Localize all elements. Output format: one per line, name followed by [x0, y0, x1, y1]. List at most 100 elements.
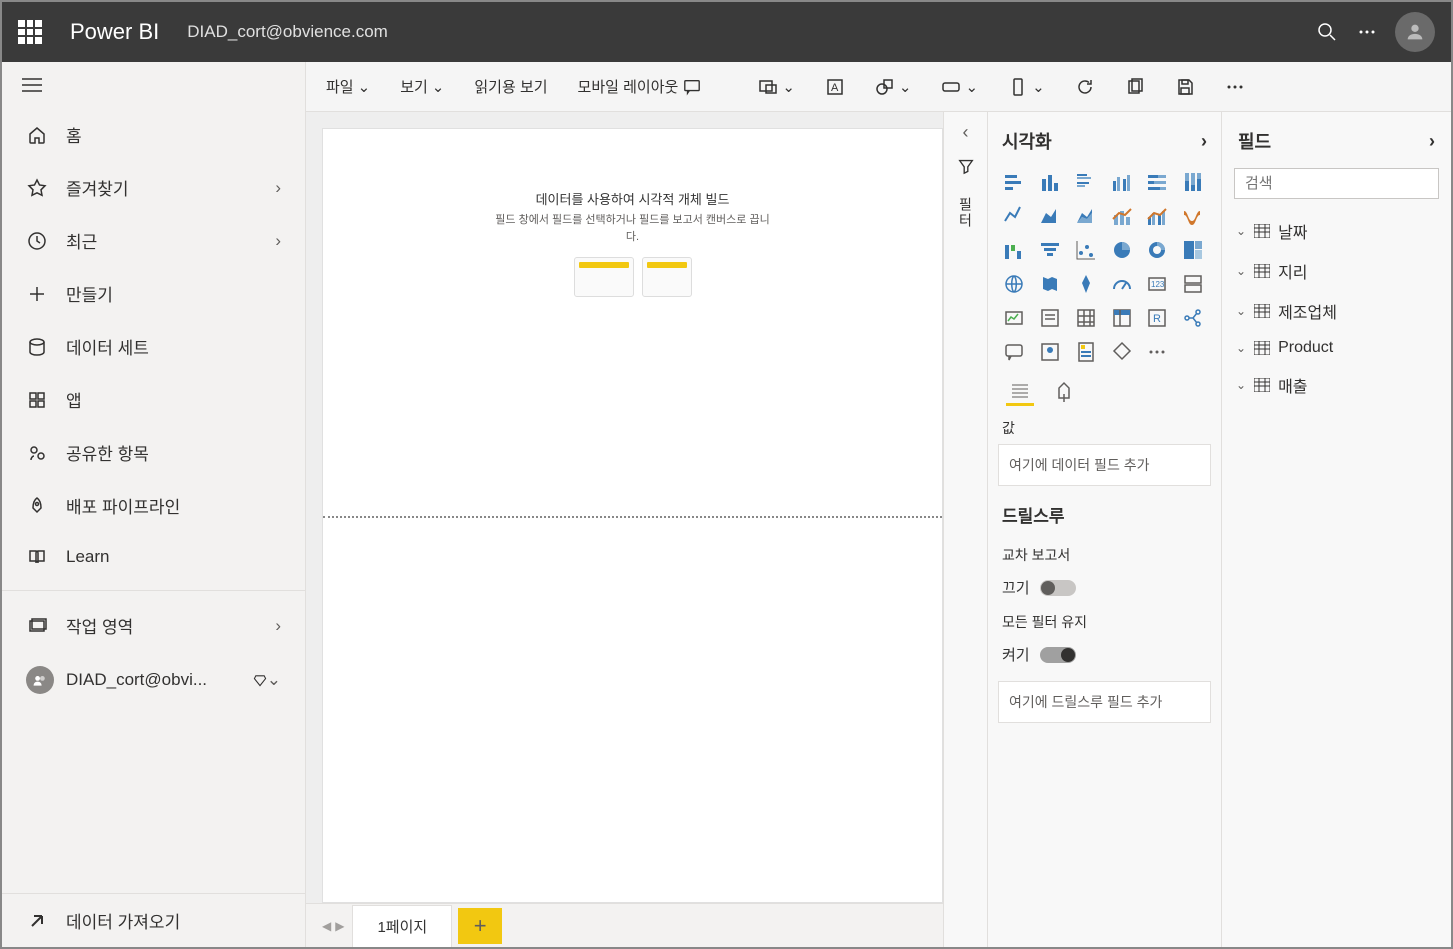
viz-100-stacked-column-icon[interactable] — [1179, 168, 1207, 196]
viz-paginated-icon[interactable] — [1072, 338, 1100, 366]
nav-workspaces[interactable]: 작업 영역 › — [2, 599, 305, 652]
viz-kpi-icon[interactable] — [1000, 304, 1028, 332]
viz-slicer-icon[interactable] — [1036, 304, 1064, 332]
field-table[interactable]: ⌄ 날짜 — [1234, 211, 1439, 251]
nav-recent[interactable]: 최근 › — [2, 214, 305, 267]
viz-qna-icon[interactable] — [1000, 338, 1028, 366]
arrow-export-icon — [26, 910, 48, 932]
nav-home[interactable]: 홈 — [2, 108, 305, 161]
viz-matrix-icon[interactable] — [1108, 304, 1136, 332]
viz-line-column-icon[interactable] — [1108, 202, 1136, 230]
chevron-right-icon[interactable]: › — [1201, 131, 1207, 152]
viz-filled-map-icon[interactable] — [1036, 270, 1064, 298]
toolbar-view-label: 보기 — [400, 76, 428, 97]
shared-icon — [26, 442, 48, 464]
field-table[interactable]: ⌄ 지리 — [1234, 251, 1439, 291]
toolbar-file[interactable]: 파일 ⌄ — [320, 72, 376, 101]
nav-learn[interactable]: Learn — [2, 532, 305, 582]
viz-tab-fields[interactable] — [1006, 378, 1034, 406]
values-drop-zone[interactable]: 여기에 데이터 필드 추가 — [998, 444, 1211, 486]
fields-search-input[interactable] — [1245, 175, 1444, 192]
app-launcher-icon[interactable] — [18, 20, 42, 44]
viz-key-influencer-icon[interactable] — [1036, 338, 1064, 366]
nav-apps[interactable]: 앱 — [2, 373, 305, 426]
report-canvas[interactable]: 데이터를 사용하여 시각적 개체 빌드 필드 창에서 필드를 선택하거나 필드를… — [322, 128, 943, 903]
viz-clustered-column-icon[interactable] — [1108, 168, 1136, 196]
phone-icon — [1008, 77, 1028, 97]
viz-donut-icon[interactable] — [1143, 236, 1171, 264]
chevron-down-icon: ⌄ — [1236, 341, 1246, 355]
viz-map-icon[interactable] — [1000, 270, 1028, 298]
viz-azure-map-icon[interactable] — [1072, 270, 1100, 298]
chevron-down-icon: ⌄ — [899, 78, 912, 96]
viz-table-icon[interactable] — [1072, 304, 1100, 332]
nav-collapse-button[interactable] — [2, 62, 305, 108]
viz-ribbon-icon[interactable] — [1179, 202, 1207, 230]
nav-home-label: 홈 — [66, 122, 281, 147]
chevron-right-icon[interactable]: › — [1429, 131, 1435, 152]
fields-search[interactable] — [1234, 168, 1439, 199]
field-table[interactable]: ⌄ Product — [1234, 331, 1439, 365]
toolbar-more[interactable] — [1219, 73, 1251, 101]
toolbar-duplicate[interactable] — [1119, 73, 1151, 101]
toolbar-save[interactable] — [1169, 73, 1201, 101]
viz-pie-icon[interactable] — [1108, 236, 1136, 264]
table-icon — [1254, 341, 1270, 355]
plus-icon — [26, 283, 48, 305]
nav-create[interactable]: 만들기 — [2, 267, 305, 320]
cross-report-toggle[interactable] — [1040, 580, 1076, 596]
toolbar-mobile-layout[interactable]: 모바일 레이아웃 — [572, 72, 709, 101]
viz-clustered-bar-icon[interactable] — [1072, 168, 1100, 196]
viz-stacked-column-icon[interactable] — [1036, 168, 1064, 196]
toolbar-explore[interactable]: ⌄ — [752, 73, 801, 101]
toolbar-refresh[interactable] — [1069, 73, 1101, 101]
viz-more-icon[interactable] — [1143, 338, 1171, 366]
viz-python-icon[interactable] — [1108, 338, 1136, 366]
user-avatar[interactable] — [1395, 12, 1435, 52]
nav-favorites-label: 즐겨찾기 — [66, 175, 275, 200]
drillthrough-drop-zone[interactable]: 여기에 드릴스루 필드 추가 — [998, 681, 1211, 723]
chevron-left-icon[interactable]: ‹ — [963, 122, 969, 143]
viz-card-icon[interactable]: 123 — [1143, 270, 1171, 298]
nav-apps-label: 앱 — [66, 387, 281, 412]
page-prev-button[interactable]: ◀ — [322, 919, 331, 933]
viz-line-icon[interactable] — [1000, 202, 1028, 230]
toolbar-reading-view[interactable]: 읽기용 보기 — [468, 72, 553, 101]
viz-100-stacked-bar-icon[interactable] — [1143, 168, 1171, 196]
viz-tab-format[interactable] — [1050, 378, 1078, 406]
viz-line-clustered-icon[interactable] — [1143, 202, 1171, 230]
viz-r-icon[interactable]: R — [1143, 304, 1171, 332]
viz-stacked-bar-icon[interactable] — [1000, 168, 1028, 196]
viz-treemap-icon[interactable] — [1179, 236, 1207, 264]
nav-favorites[interactable]: 즐겨찾기 › — [2, 161, 305, 214]
viz-multi-card-icon[interactable] — [1179, 270, 1207, 298]
nav-current-workspace[interactable]: DIAD_cort@obvi... ⌄ — [2, 652, 305, 708]
toolbar-shapes[interactable]: ⌄ — [869, 73, 918, 101]
viz-gauge-icon[interactable] — [1108, 270, 1136, 298]
viz-scatter-icon[interactable] — [1072, 236, 1100, 264]
toolbar-textbox[interactable]: A — [819, 73, 851, 101]
viz-area-icon[interactable] — [1036, 202, 1064, 230]
add-page-button[interactable]: + — [458, 908, 502, 944]
search-icon[interactable] — [1307, 12, 1347, 52]
nav-datasets[interactable]: 데이터 세트 — [2, 320, 305, 373]
filters-pane-collapsed[interactable]: ‹ 필터 — [943, 112, 987, 947]
toolbar-visual[interactable]: ⌄ — [1002, 73, 1051, 101]
page-tab-1[interactable]: 1페이지 — [352, 905, 452, 947]
viz-decomposition-icon[interactable] — [1179, 304, 1207, 332]
more-icon[interactable] — [1347, 12, 1387, 52]
page-next-button[interactable]: ▶ — [335, 919, 344, 933]
keep-filters-toggle[interactable] — [1040, 647, 1076, 663]
toolbar-buttons[interactable]: ⌄ — [935, 73, 984, 101]
nav-pipelines[interactable]: 배포 파이프라인 — [2, 479, 305, 532]
chevron-down-icon: ⌄ — [1236, 304, 1246, 318]
field-table[interactable]: ⌄ 제조업체 — [1234, 291, 1439, 331]
viz-funnel-icon[interactable] — [1036, 236, 1064, 264]
nav-get-data[interactable]: 데이터 가져오기 — [2, 894, 305, 947]
nav-shared[interactable]: 공유한 항목 — [2, 426, 305, 479]
field-table[interactable]: ⌄ 매출 — [1234, 365, 1439, 405]
viz-waterfall-icon[interactable] — [1000, 236, 1028, 264]
viz-stacked-area-icon[interactable] — [1072, 202, 1100, 230]
fields-pane-title: 필드 — [1238, 128, 1271, 154]
toolbar-view[interactable]: 보기 ⌄ — [394, 72, 450, 101]
